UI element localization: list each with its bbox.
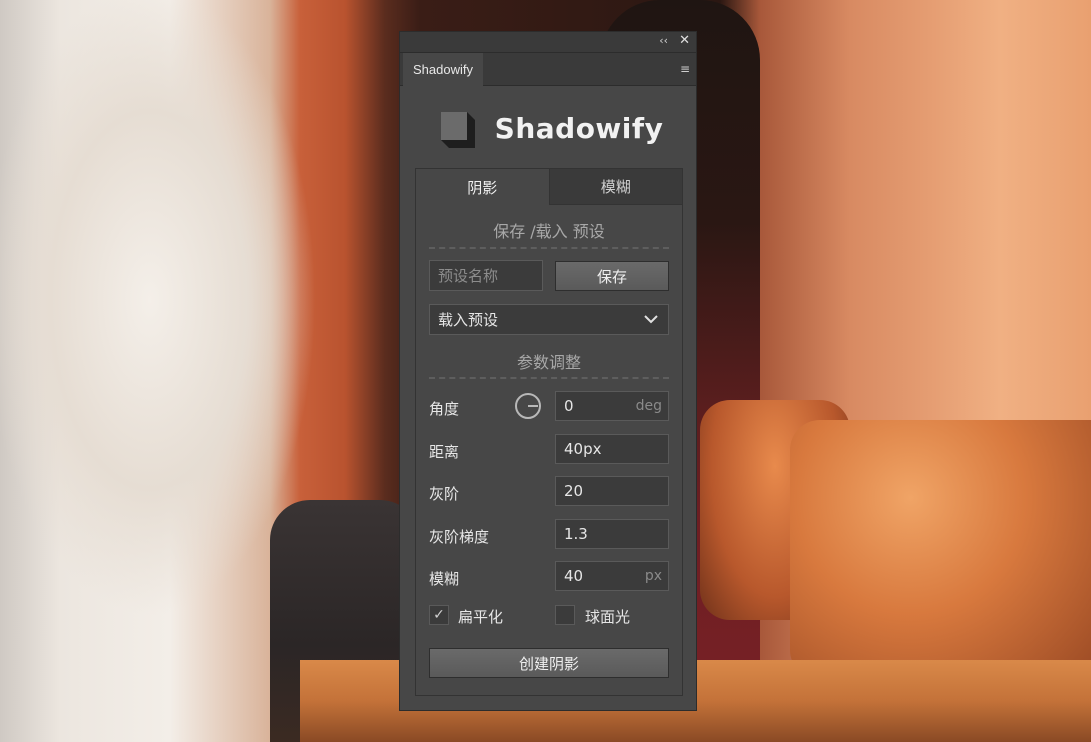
create-shadow-button[interactable]: 创建阴影 <box>429 648 669 678</box>
divider <box>429 377 669 379</box>
load-preset-select[interactable]: 载入预设 <box>429 304 669 335</box>
content-box: 阴影 模糊 保存 /载入 预设 预设名称 保存 载入预设 参数调整 角度 0 d… <box>415 168 683 696</box>
preset-name-placeholder: 预设名称 <box>438 267 499 285</box>
logo-row: Shadowify <box>400 102 698 154</box>
distance-value: 40px <box>564 440 602 458</box>
shadowify-logo-icon <box>440 112 475 148</box>
logo-text: Shadowify <box>494 111 664 145</box>
load-preset-value: 载入预设 <box>438 311 499 329</box>
gray-level-label: 灰阶 <box>429 485 460 503</box>
angle-value: 0 <box>564 397 574 415</box>
tab-shadow[interactable]: 阴影 <box>416 169 549 205</box>
shadowify-panel: ‹‹ ✕ Shadowify ≡ Shadowify 阴影 模糊 保存 /载入 … <box>399 31 697 711</box>
blur-value: 40 <box>564 567 584 585</box>
flatten-label: 扁平化 <box>458 608 504 626</box>
chevron-down-icon <box>644 315 658 324</box>
mode-tabs: 阴影 模糊 <box>416 169 682 205</box>
panel-tab-bar: Shadowify ≡ <box>400 53 696 86</box>
angle-label: 角度 <box>429 400 460 418</box>
angle-dial-icon[interactable] <box>515 393 541 419</box>
sphere-light-checkbox[interactable] <box>555 605 575 625</box>
panel-title-bar: ‹‹ ✕ <box>400 32 696 53</box>
distance-input[interactable]: 40px <box>555 434 669 464</box>
checkmark-icon: ✓ <box>433 607 445 623</box>
panel-tab-shadowify[interactable]: Shadowify <box>403 53 483 86</box>
angle-input[interactable]: 0 deg <box>555 391 669 421</box>
blur-unit: px <box>644 568 662 584</box>
flatten-checkbox[interactable]: ✓ <box>429 605 449 625</box>
divider <box>429 247 669 249</box>
blur-label: 模糊 <box>429 570 460 588</box>
angle-unit: deg <box>635 398 662 414</box>
preset-section-title: 保存 /载入 预设 <box>493 222 605 241</box>
blur-input[interactable]: 40 px <box>555 561 669 591</box>
panel-menu-icon[interactable]: ≡ <box>680 62 690 76</box>
gray-gradient-value: 1.3 <box>564 525 588 543</box>
save-preset-button[interactable]: 保存 <box>555 261 669 291</box>
shadow-tab-content: 保存 /载入 预设 预设名称 保存 载入预设 参数调整 角度 0 deg 距离 … <box>416 205 682 695</box>
gray-gradient-label: 灰阶梯度 <box>429 528 490 546</box>
sphere-light-label: 球面光 <box>585 608 631 626</box>
background-cushion-right <box>790 420 1091 680</box>
collapse-icon[interactable]: ‹‹ <box>659 34 668 47</box>
distance-label: 距离 <box>429 443 460 461</box>
gray-level-value: 20 <box>564 482 584 500</box>
preset-name-input[interactable]: 预设名称 <box>429 260 543 291</box>
close-icon[interactable]: ✕ <box>679 33 690 48</box>
gray-gradient-input[interactable]: 1.3 <box>555 519 669 549</box>
gray-level-input[interactable]: 20 <box>555 476 669 506</box>
params-section-title: 参数调整 <box>516 353 581 372</box>
tab-blur[interactable]: 模糊 <box>548 169 682 205</box>
